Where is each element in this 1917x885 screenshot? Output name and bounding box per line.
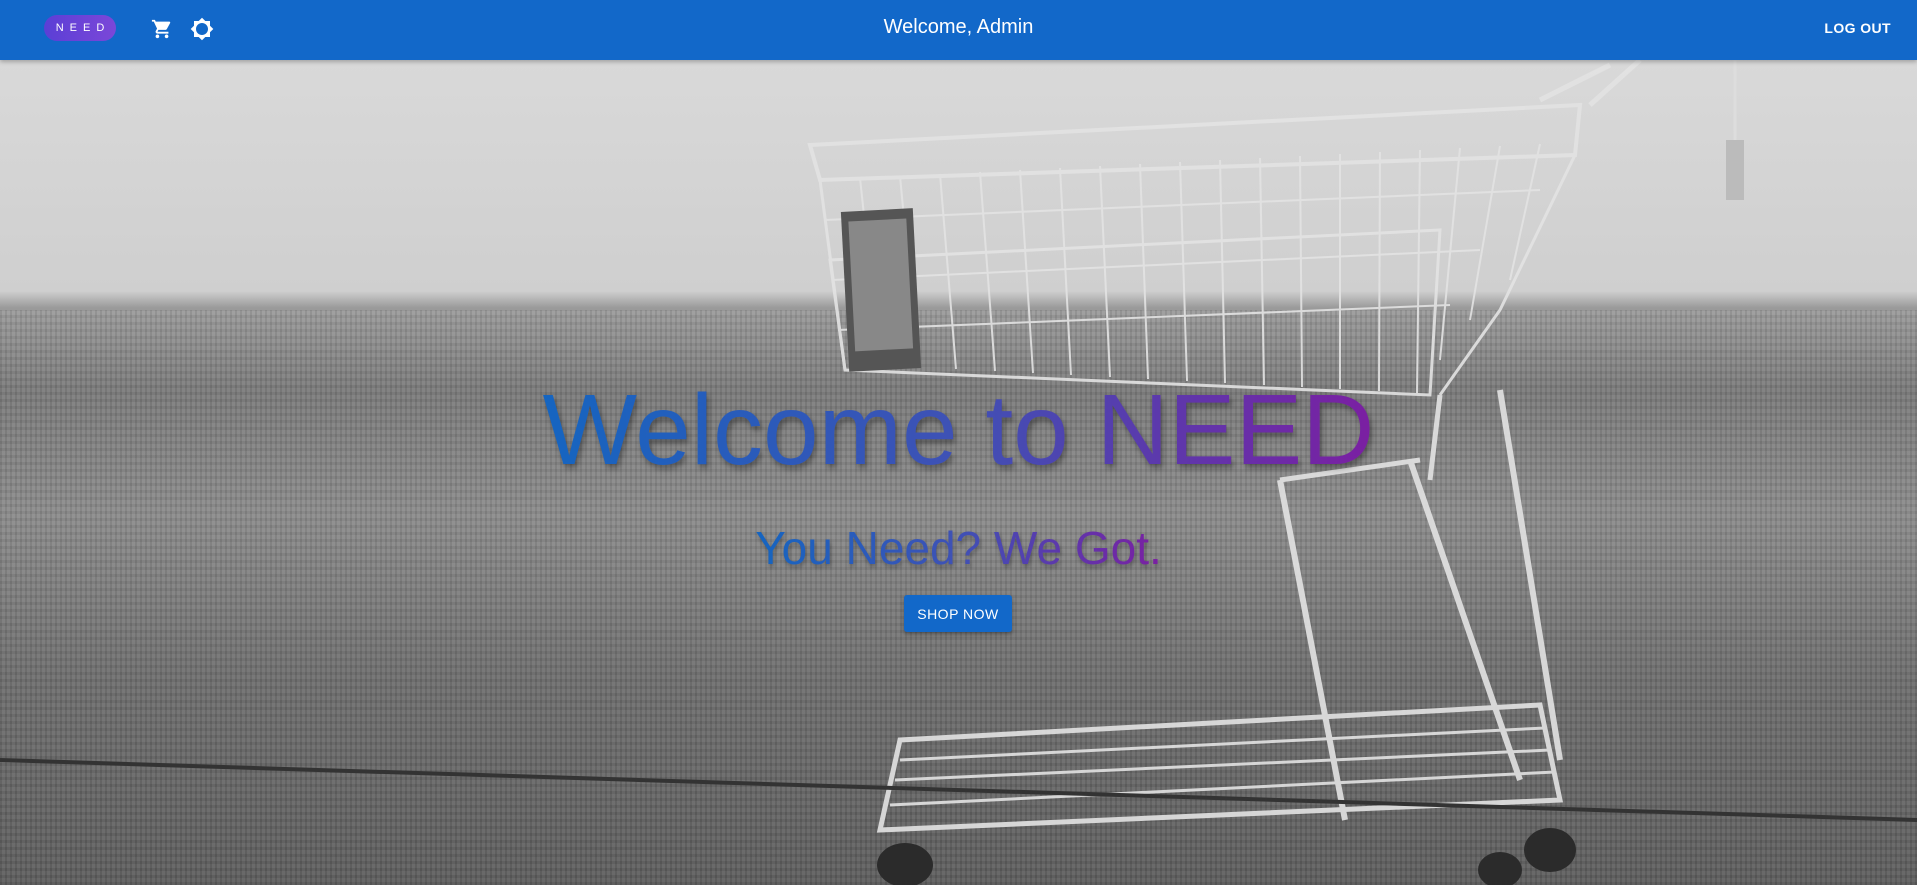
app-bar: NEED Welcome, Admin LOG OUT [0,0,1917,60]
hero-subtitle-text: You Need? We Got. [755,522,1162,574]
hero-title-text: Welcome to NEED [542,374,1375,486]
hero-section: Welcome to NEED You Need? We Got. SHOP N… [0,60,1917,885]
hero-title: Welcome to NEED [0,380,1917,480]
hero-subtitle: You Need? We Got. [0,525,1917,571]
logout-button[interactable]: LOG OUT [1824,18,1891,38]
welcome-title: Welcome, Admin [883,16,1034,38]
shop-now-button[interactable]: SHOP NOW [904,595,1012,632]
